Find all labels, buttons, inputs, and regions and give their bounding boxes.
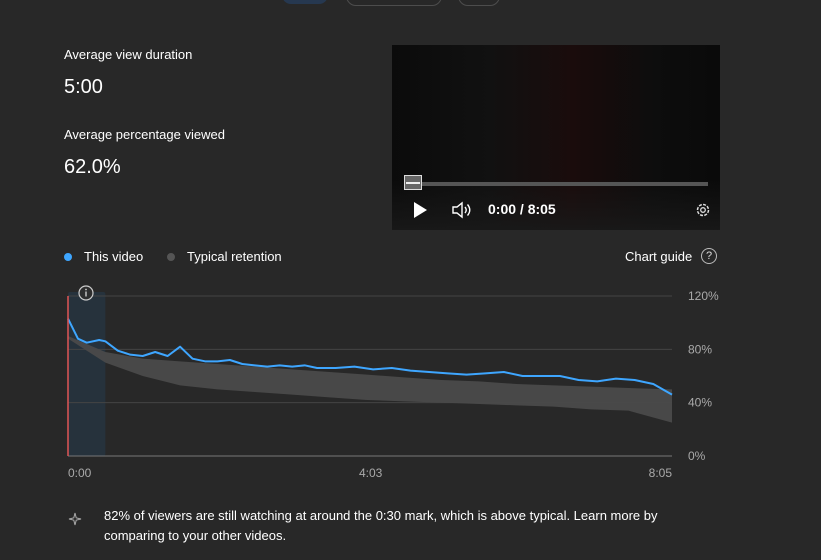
avg-percentage-label: Average percentage viewed bbox=[64, 127, 225, 142]
legend-label: This video bbox=[84, 249, 144, 264]
y-tick-label: 80% bbox=[688, 342, 712, 356]
x-tick-label: 8:05 bbox=[649, 466, 673, 480]
tab-active[interactable] bbox=[282, 0, 328, 4]
avg-view-duration-label: Average view duration bbox=[64, 47, 193, 62]
player-controls-bar bbox=[392, 180, 720, 230]
insight-text: 82% of viewers are still watching at aro… bbox=[104, 508, 658, 543]
chart-guide-link[interactable]: Chart guide bbox=[625, 249, 692, 264]
play-icon[interactable] bbox=[412, 201, 428, 219]
sparkle-icon bbox=[68, 512, 82, 526]
tab-option[interactable] bbox=[346, 0, 442, 6]
help-icon[interactable]: ? bbox=[701, 248, 717, 264]
tab-option[interactable] bbox=[458, 0, 500, 6]
legend-this-video: This video bbox=[64, 249, 143, 264]
legend-typical: Typical retention bbox=[167, 249, 282, 264]
progress-scrubber[interactable] bbox=[404, 175, 422, 190]
top-tab-strip bbox=[0, 0, 821, 6]
video-player[interactable]: 0:00 / 8:05 bbox=[392, 45, 720, 230]
info-icon-stem bbox=[85, 291, 87, 297]
avg-view-duration-value: 5:00 bbox=[64, 76, 103, 98]
settings-icon[interactable] bbox=[694, 201, 712, 219]
time-readout: 0:00 / 8:05 bbox=[488, 201, 556, 217]
y-tick-label: 0% bbox=[688, 449, 706, 463]
x-tick-label: 0:00 bbox=[68, 466, 92, 480]
avg-percentage-value: 62.0% bbox=[64, 156, 121, 178]
y-tick-label: 40% bbox=[688, 396, 712, 410]
x-tick-label: 4:03 bbox=[359, 466, 383, 480]
legend-dot-grey-icon bbox=[167, 252, 175, 261]
highlight-region[interactable] bbox=[68, 292, 106, 456]
legend-label: Typical retention bbox=[187, 249, 282, 264]
retention-chart[interactable]: 0% 40% 80% 120% 0:00 4:03 8:05 bbox=[60, 285, 730, 485]
volume-icon[interactable] bbox=[451, 200, 473, 220]
y-tick-label: 120% bbox=[688, 289, 719, 303]
info-icon-dot bbox=[85, 288, 87, 291]
progress-bar[interactable] bbox=[405, 182, 708, 186]
legend-dot-blue-icon bbox=[64, 252, 72, 261]
